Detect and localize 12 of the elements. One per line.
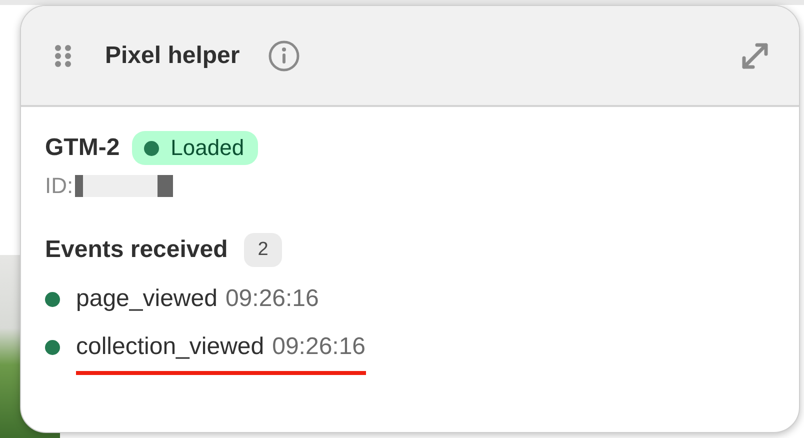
panel-title: Pixel helper [105, 42, 240, 70]
events-heading: Events received [45, 236, 228, 264]
id-label: ID: [45, 173, 74, 199]
status-dot [144, 140, 159, 156]
event-count: 2 [244, 233, 282, 267]
event-time: 09:26:16 [272, 333, 366, 361]
pixel-name: GTM-2 [45, 134, 120, 162]
event-time: 09:26:16 [225, 285, 319, 313]
info-icon[interactable] [268, 40, 300, 72]
event-name: page_viewed [76, 285, 218, 313]
event-name: collection_viewed [76, 333, 264, 361]
status-badge: Loaded [132, 131, 258, 165]
